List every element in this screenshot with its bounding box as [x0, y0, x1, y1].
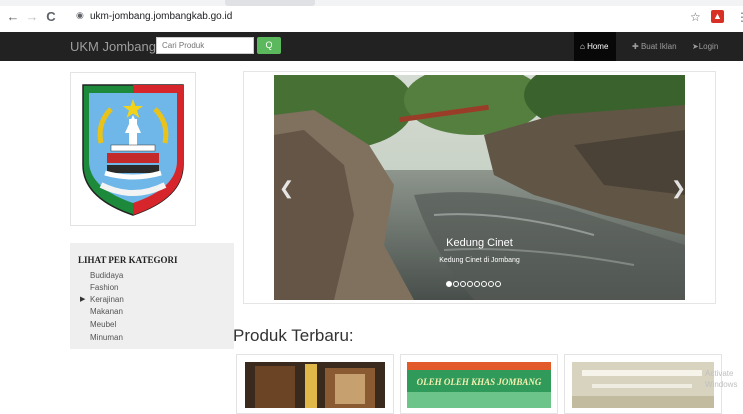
- jombang-shield-logo: [82, 84, 184, 216]
- bookmark-star-icon[interactable]: ☆: [690, 9, 701, 25]
- nav-home-label: Home: [587, 42, 609, 51]
- carousel-indicator[interactable]: [453, 281, 459, 287]
- carousel-caption-text: Kedung Cinet di Jombang: [439, 257, 520, 264]
- extension-icon[interactable]: ▲: [711, 10, 724, 23]
- carousel-indicator[interactable]: [488, 281, 494, 287]
- products-heading: Produk Terbaru:: [233, 326, 354, 345]
- tab-strip: [0, 0, 743, 6]
- search-button[interactable]: Q: [257, 37, 281, 54]
- login-icon: ➤: [692, 42, 699, 51]
- active-category-arrow-icon: ▶: [80, 296, 86, 303]
- product-card[interactable]: [236, 354, 394, 414]
- category-item-fashion[interactable]: Fashion: [90, 283, 118, 293]
- carousel-prev-icon[interactable]: ❮: [279, 178, 294, 199]
- carousel-caption-title: Kedung Cinet: [446, 237, 513, 249]
- carousel-indicator[interactable]: [495, 281, 501, 287]
- active-tab[interactable]: [225, 0, 315, 6]
- carousel-indicator[interactable]: [467, 281, 473, 287]
- search-input[interactable]: [156, 37, 254, 54]
- carousel-indicator[interactable]: [446, 281, 452, 287]
- product-thumbnail[interactable]: [245, 362, 385, 408]
- category-item-budidaya[interactable]: Budidaya: [90, 271, 123, 281]
- category-item-makanan[interactable]: Makanan: [90, 307, 123, 317]
- browser-menu-icon[interactable]: ⋮: [736, 9, 743, 25]
- url-text[interactable]: ukm-jombang.jombangkab.go.id: [90, 9, 232, 25]
- nav-login-link[interactable]: ➤Login: [692, 32, 718, 61]
- product-card[interactable]: [564, 354, 722, 414]
- product-card[interactable]: OLEH OLEH KHAS JOMBANG: [400, 354, 558, 414]
- back-icon[interactable]: ←: [6, 10, 20, 24]
- product-thumbnail[interactable]: [572, 362, 714, 408]
- category-title: LIHAT PER KATEGORI: [78, 255, 178, 265]
- reload-icon[interactable]: C: [44, 10, 58, 24]
- product-banner-text: OLEH OLEH KHAS JOMBANG: [416, 377, 542, 387]
- carousel-indicator[interactable]: [481, 281, 487, 287]
- carousel-indicator[interactable]: [460, 281, 466, 287]
- home-icon: ⌂: [580, 42, 585, 51]
- windows-activation-watermark: Activate Windows: [705, 369, 738, 389]
- lock-icon: ◉: [76, 10, 84, 20]
- nav-buat-iklan-label: Buat Iklan: [640, 42, 677, 51]
- carousel-slide-image[interactable]: [274, 75, 685, 300]
- plus-icon: ✚: [632, 42, 639, 51]
- logo-panel: [70, 72, 196, 226]
- carousel-indicator[interactable]: [474, 281, 480, 287]
- nav-home-link[interactable]: ⌂ Home: [580, 32, 608, 61]
- nav-login-label: Login: [698, 42, 719, 51]
- carousel-next-icon[interactable]: ❯: [671, 178, 686, 199]
- brand-link[interactable]: UKM Jombang: [70, 39, 156, 55]
- category-item-meubel[interactable]: Meubel: [90, 320, 116, 330]
- carousel-indicators: [446, 274, 516, 287]
- forward-icon[interactable]: →: [25, 10, 39, 24]
- category-item-kerajinan[interactable]: Kerajinan: [90, 295, 124, 305]
- nav-buat-iklan-link[interactable]: ✚ Buat Iklan: [632, 32, 677, 61]
- category-item-minuman[interactable]: Minuman: [90, 333, 123, 343]
